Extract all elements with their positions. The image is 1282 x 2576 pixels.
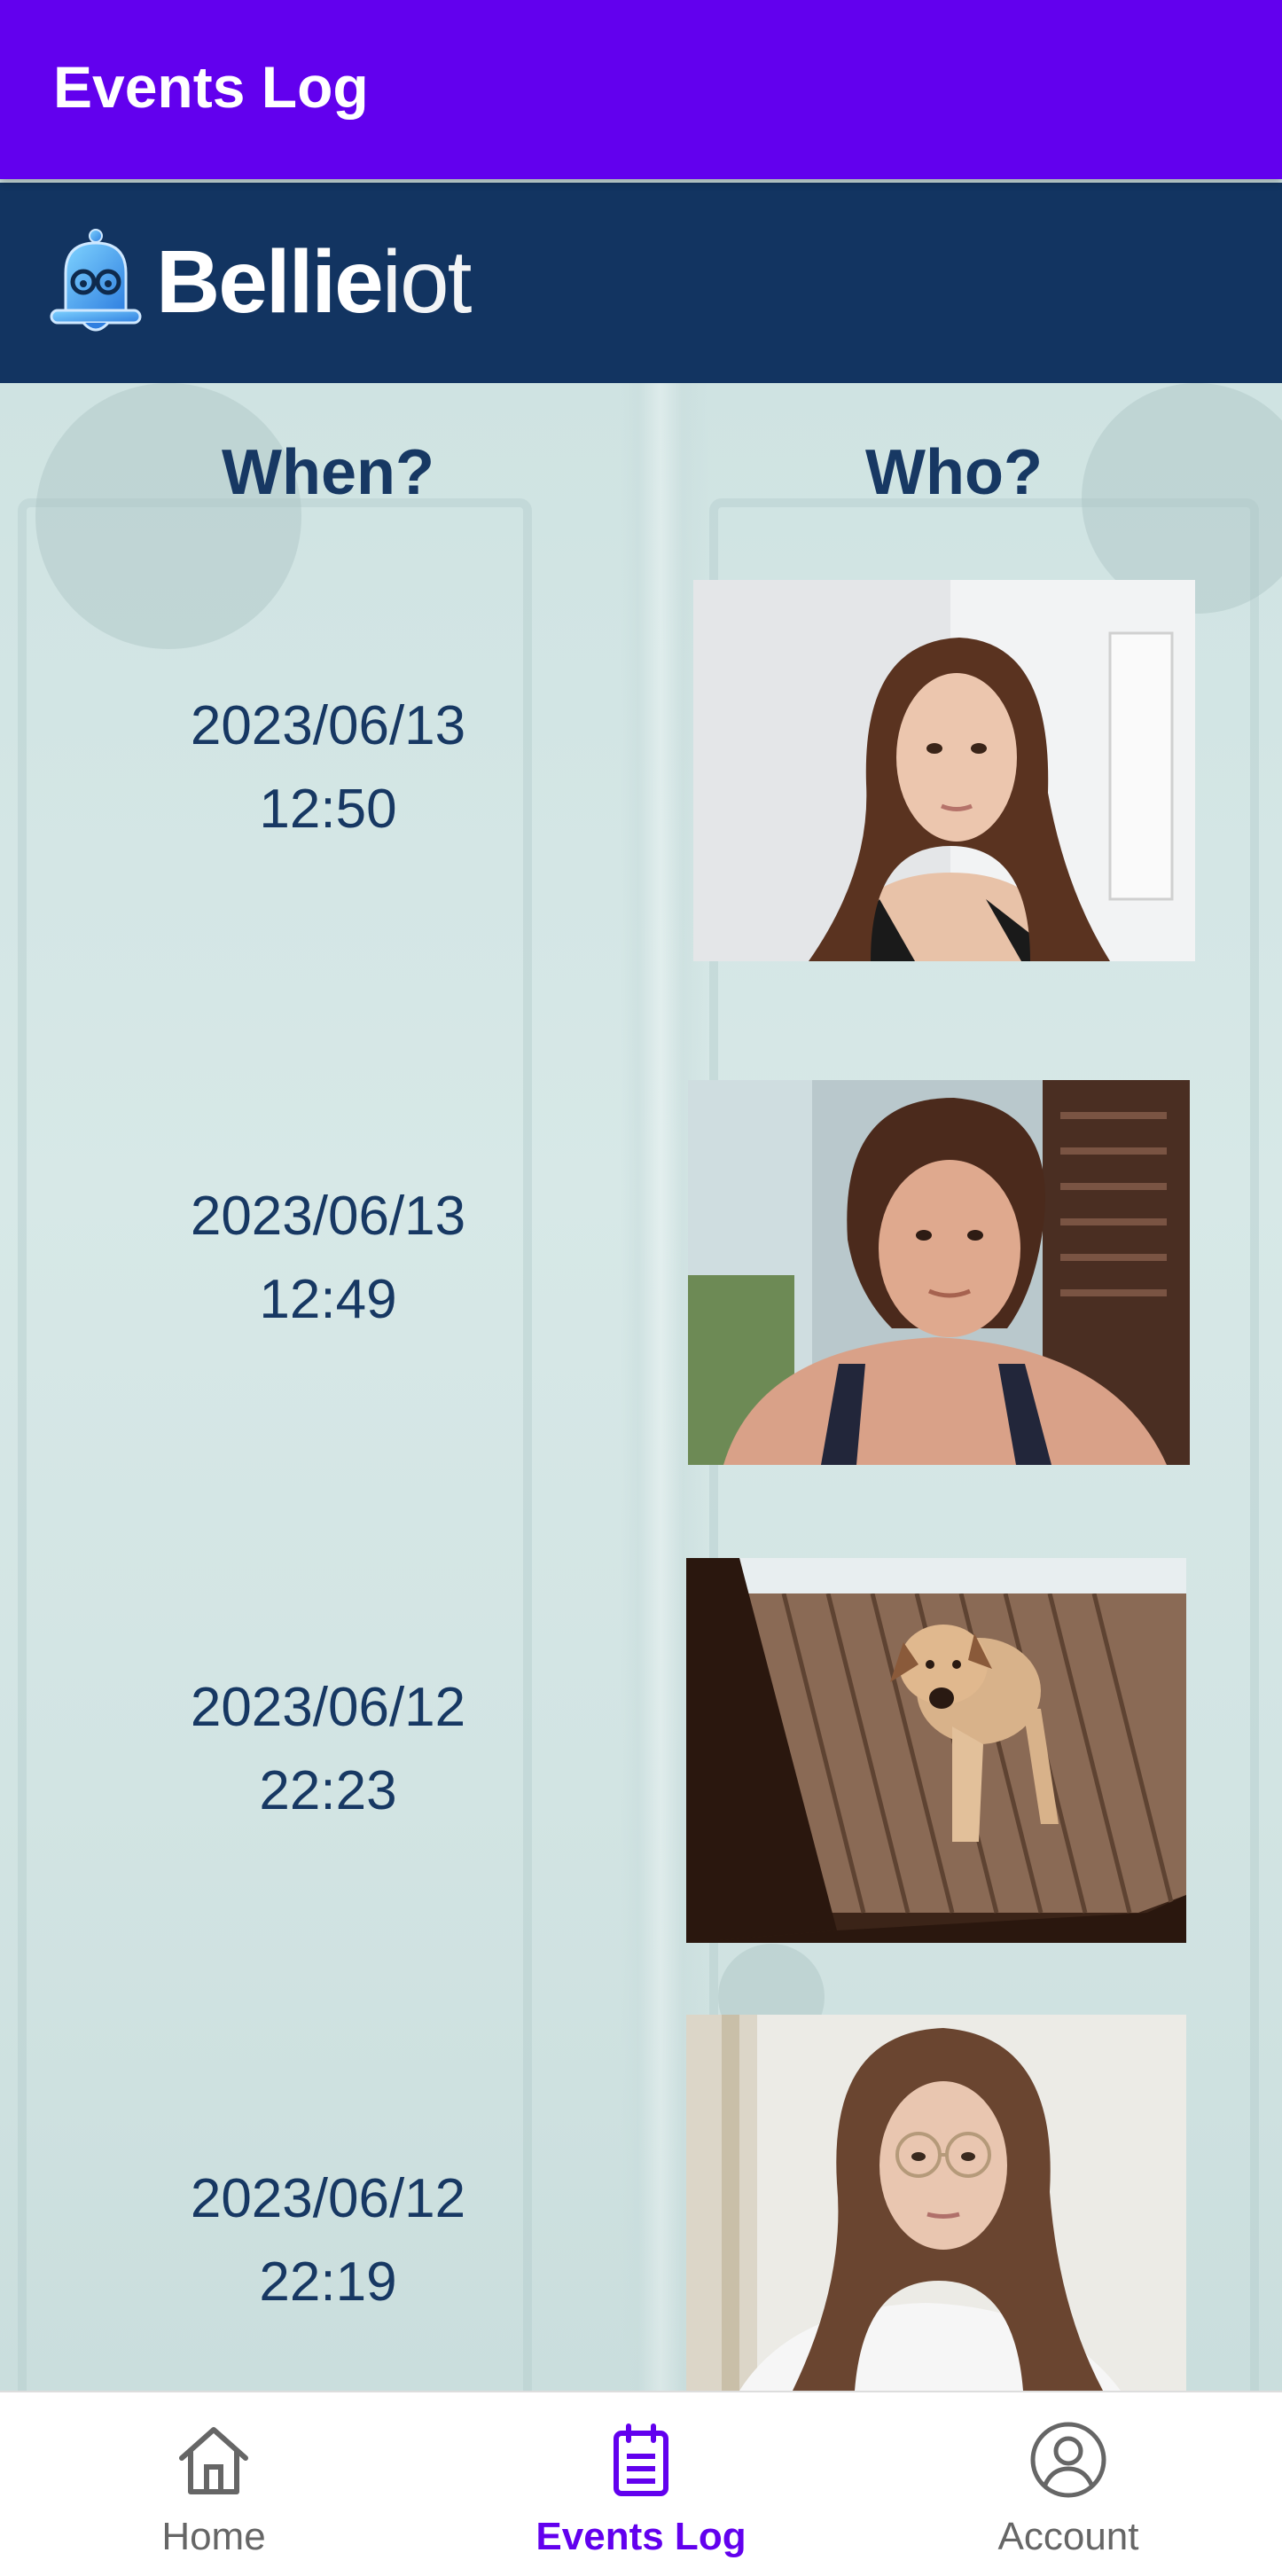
event-date: 2023/06/13 [190,695,466,756]
events-log-list[interactable]: When? Who? 2023/06/13 12:50 2023/06/13 1… [0,383,1282,2391]
dog-photo[interactable] [686,1558,1186,1943]
nav-label-home: Home [161,2515,266,2558]
brand-logo-text: Bellieiot [156,232,472,332]
home-icon [179,2427,248,2494]
when-column-header: When? [222,437,434,508]
event-time: 22:23 [259,1760,397,1821]
bottom-navigation: Home Events Log Account [0,2391,1282,2576]
event-time: 12:49 [259,1269,397,1330]
nav-label-events-log: Events Log [535,2515,747,2558]
page-title: Events Log [53,54,369,120]
event-date: 2023/06/13 [190,1186,466,1247]
event-timestamp: 2023/06/13 12:50 [124,685,532,851]
nav-item-events-log[interactable]: Events Log [427,2392,855,2576]
person-photo[interactable] [693,580,1195,961]
event-date: 2023/06/12 [190,2168,466,2229]
event-time: 22:19 [259,2251,397,2313]
event-date: 2023/06/12 [190,1677,466,1738]
brand-bar: Bellieiot [0,183,1282,383]
nav-item-home[interactable]: Home [0,2392,427,2576]
clipboard-icon [614,2423,668,2496]
event-time: 12:50 [259,779,397,840]
event-timestamp: 2023/06/12 22:23 [124,1666,532,1833]
app-bar: Events Log [0,0,1282,179]
event-timestamp: 2023/06/12 22:19 [124,2157,532,2324]
who-column-header: Who? [865,437,1043,508]
nav-item-account[interactable]: Account [855,2392,1282,2576]
door-ornament-decoration [35,383,301,649]
person-photo[interactable] [686,2015,1186,2391]
account-circle-icon [1030,2422,1106,2498]
nav-label-account: Account [997,2515,1139,2558]
event-timestamp: 2023/06/13 12:49 [124,1175,532,1342]
person-photo[interactable] [688,1080,1190,1465]
bell-with-glasses-icon [50,229,142,332]
